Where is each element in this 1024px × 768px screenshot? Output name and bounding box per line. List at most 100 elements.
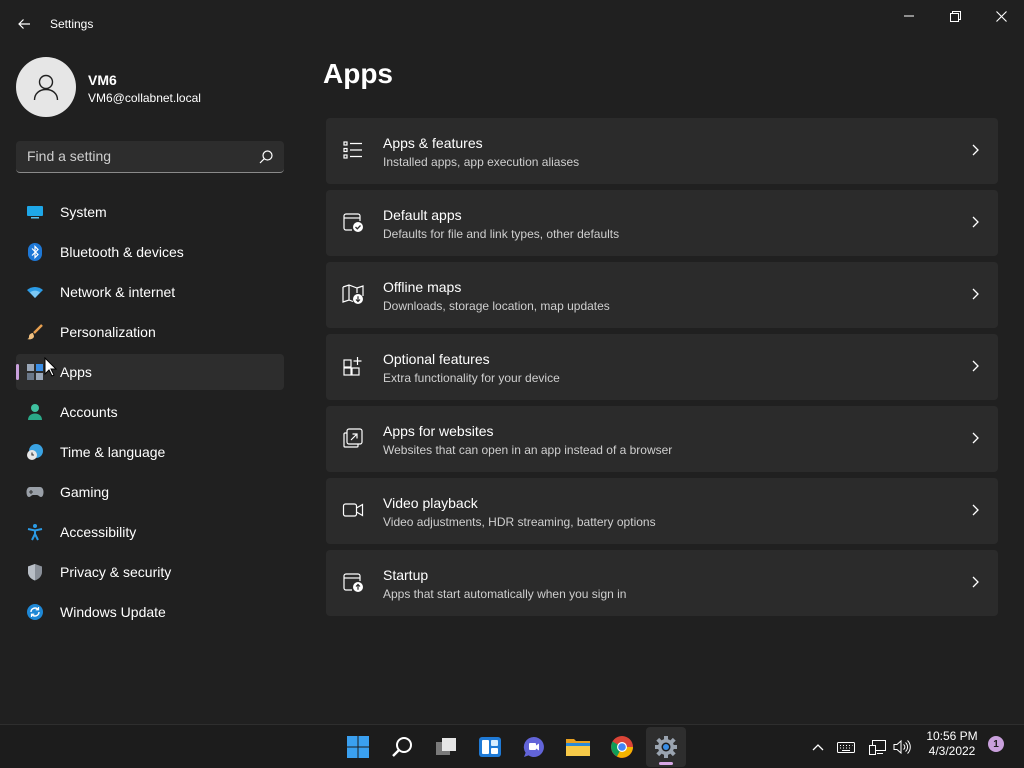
task-view-icon bbox=[436, 738, 456, 755]
chrome-icon bbox=[611, 736, 633, 758]
card-title: Optional features bbox=[383, 351, 490, 367]
search-input[interactable] bbox=[16, 141, 246, 171]
sidebar-item-privacy-security[interactable]: Privacy & security bbox=[16, 554, 284, 590]
start-button[interactable] bbox=[338, 727, 378, 767]
widgets-button[interactable] bbox=[470, 727, 510, 767]
card-subtitle: Extra functionality for your device bbox=[383, 371, 560, 385]
card-subtitle: Websites that can open in an app instead… bbox=[383, 443, 673, 457]
card-title: Apps & features bbox=[383, 135, 483, 151]
network-tray-button[interactable] bbox=[868, 737, 888, 757]
keyboard-icon bbox=[837, 742, 855, 753]
bluetooth-icon bbox=[26, 243, 44, 261]
minimize-button[interactable] bbox=[886, 0, 932, 32]
running-indicator bbox=[659, 762, 673, 765]
gamepad-icon bbox=[26, 483, 44, 501]
settings-icon bbox=[655, 736, 677, 758]
close-icon bbox=[995, 10, 1007, 22]
start-icon bbox=[347, 736, 369, 758]
sidebar-item-label: Accessibility bbox=[60, 524, 137, 540]
map-icon bbox=[342, 284, 364, 304]
card-subtitle: Apps that start automatically when you s… bbox=[383, 587, 627, 601]
sidebar-item-personalization[interactable]: Personalization bbox=[16, 314, 284, 350]
sidebar-item-network-internet[interactable]: Network & internet bbox=[16, 274, 284, 310]
notification-badge[interactable]: 1 bbox=[988, 736, 1004, 752]
avatar[interactable] bbox=[16, 57, 76, 117]
chevron-up-icon bbox=[812, 744, 824, 751]
sidebar-item-label: Apps bbox=[60, 364, 92, 380]
card-subtitle: Installed apps, app execution aliases bbox=[383, 155, 580, 169]
sidebar-item-accounts[interactable]: Accounts bbox=[16, 394, 284, 430]
back-button[interactable] bbox=[12, 12, 36, 36]
chrome-button[interactable] bbox=[602, 727, 642, 767]
search-icon bbox=[392, 737, 412, 757]
sidebar-item-label: Bluetooth & devices bbox=[60, 244, 184, 260]
file-explorer-button[interactable] bbox=[558, 727, 598, 767]
chat-button[interactable] bbox=[514, 727, 554, 767]
wifi-icon bbox=[26, 283, 44, 301]
person-icon bbox=[26, 403, 44, 421]
card-title: Offline maps bbox=[383, 279, 462, 295]
input-indicator[interactable] bbox=[836, 737, 856, 757]
brush-icon bbox=[26, 323, 44, 341]
sidebar-nav: System Bluetooth & devices Network & int… bbox=[16, 194, 284, 634]
clock-time: 10:56 PM bbox=[926, 729, 978, 743]
sidebar-item-time-language[interactable]: Time & language bbox=[16, 434, 284, 470]
search-icon[interactable] bbox=[258, 149, 274, 165]
title-bar: Settings bbox=[0, 0, 1024, 48]
sidebar-item-label: Personalization bbox=[60, 324, 156, 340]
restore-button[interactable] bbox=[932, 0, 978, 32]
sidebar-item-label: Privacy & security bbox=[60, 564, 172, 580]
network-icon bbox=[869, 740, 886, 755]
app-title: Settings bbox=[50, 17, 94, 31]
chevron-right-icon bbox=[972, 360, 979, 372]
open-link-icon bbox=[343, 428, 363, 448]
close-button[interactable] bbox=[978, 0, 1024, 32]
sidebar-item-windows-update[interactable]: Windows Update bbox=[16, 594, 284, 630]
taskbar-search-button[interactable] bbox=[382, 727, 422, 767]
user-email: VM6@collabnet.local bbox=[88, 91, 201, 105]
card-subtitle: Downloads, storage location, map updates bbox=[383, 299, 610, 313]
settings-cards: Apps & features Installed apps, app exec… bbox=[326, 118, 998, 622]
file-explorer-icon bbox=[566, 739, 590, 756]
user-name: VM6 bbox=[88, 72, 117, 88]
task-view-button[interactable] bbox=[426, 727, 466, 767]
card-title: Apps for websites bbox=[383, 423, 494, 439]
sidebar-item-gaming[interactable]: Gaming bbox=[16, 474, 284, 510]
startup-icon bbox=[343, 573, 363, 592]
chevron-right-icon bbox=[972, 288, 979, 300]
sidebar-item-bluetooth-devices[interactable]: Bluetooth & devices bbox=[16, 234, 284, 270]
card-startup[interactable]: Startup Apps that start automatically wh… bbox=[326, 550, 998, 616]
shield-icon bbox=[26, 563, 44, 581]
chevron-right-icon bbox=[972, 144, 979, 156]
settings-app-button[interactable] bbox=[646, 727, 686, 767]
clock-date: 4/3/2022 bbox=[928, 744, 976, 758]
volume-tray-button[interactable] bbox=[892, 737, 912, 757]
card-apps-features[interactable]: Apps & features Installed apps, app exec… bbox=[326, 118, 998, 184]
accessibility-icon bbox=[26, 523, 44, 541]
maximize-icon bbox=[949, 10, 961, 22]
teams-chat-icon bbox=[523, 736, 544, 757]
sidebar-item-accessibility[interactable]: Accessibility bbox=[16, 514, 284, 550]
card-video-playback[interactable]: Video playback Video adjustments, HDR st… bbox=[326, 478, 998, 544]
sidebar-item-label: Windows Update bbox=[60, 604, 166, 620]
sidebar-item-system[interactable]: System bbox=[16, 194, 284, 230]
card-default-apps[interactable]: Default apps Defaults for file and link … bbox=[326, 190, 998, 256]
chevron-right-icon bbox=[972, 432, 979, 444]
settings-window: Settings VM6 VM6@collabnet.local System bbox=[0, 0, 1024, 724]
show-hidden-icons-button[interactable] bbox=[808, 737, 828, 757]
card-apps-for-websites[interactable]: Apps for websites Websites that can open… bbox=[326, 406, 998, 472]
card-offline-maps[interactable]: Offline maps Downloads, storage location… bbox=[326, 262, 998, 328]
back-arrow-icon bbox=[18, 19, 30, 29]
card-title: Video playback bbox=[383, 495, 478, 511]
sidebar-item-label: Network & internet bbox=[60, 284, 176, 300]
card-optional-features[interactable]: Optional features Extra functionality fo… bbox=[326, 334, 998, 400]
list-icon bbox=[343, 141, 362, 159]
add-grid-icon bbox=[343, 357, 362, 376]
card-subtitle: Video adjustments, HDR streaming, batter… bbox=[383, 515, 656, 529]
chevron-right-icon bbox=[972, 504, 979, 516]
sidebar-item-label: System bbox=[60, 204, 107, 220]
page-title: Apps bbox=[323, 58, 393, 89]
video-icon bbox=[342, 503, 364, 517]
taskbar-clock[interactable]: 10:56 PM 4/3/2022 bbox=[920, 729, 984, 759]
sidebar-item-label: Accounts bbox=[60, 404, 118, 420]
